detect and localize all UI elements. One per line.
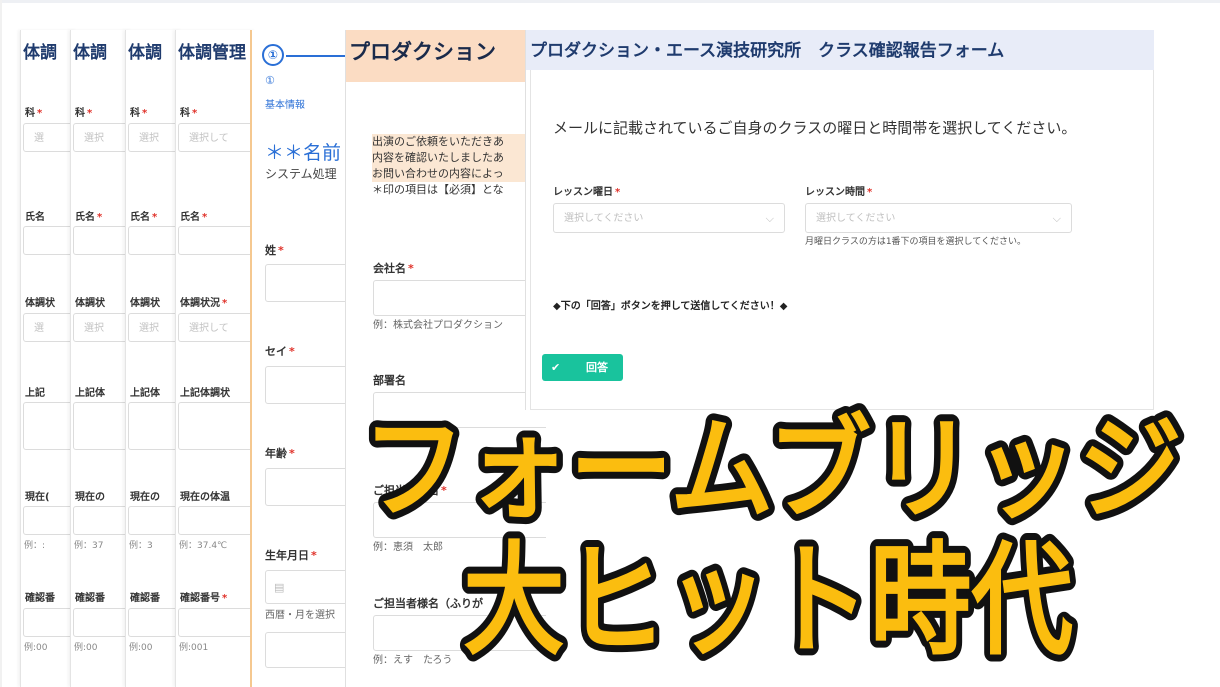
headline-line-1: フォームブリッジ	[362, 405, 1182, 535]
headline-overlay: フォームブリッジ 大ヒット時代	[355, 398, 1189, 679]
headline-line-2: 大ヒット時代	[463, 530, 1073, 672]
